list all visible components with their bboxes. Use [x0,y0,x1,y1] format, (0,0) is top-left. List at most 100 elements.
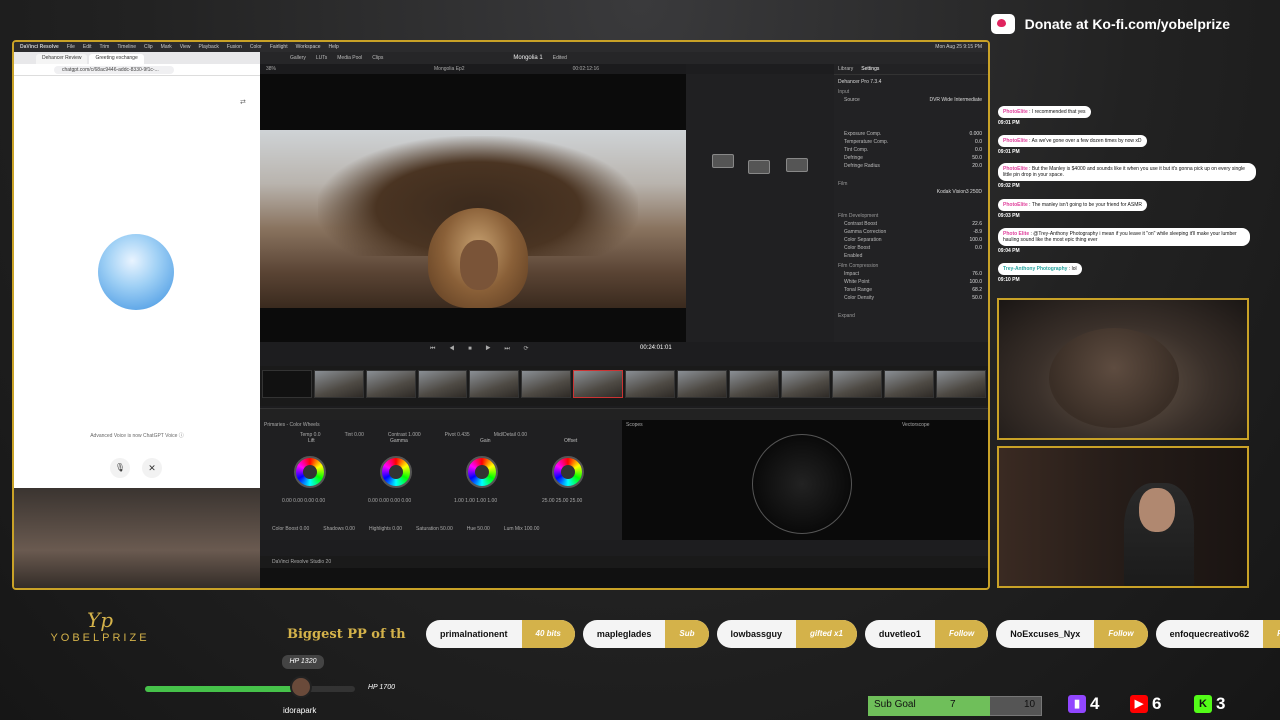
section-input[interactable]: Input [834,85,988,95]
node-2[interactable] [748,160,770,174]
sub-goal-current: 7 [950,699,956,710]
url-text[interactable]: chatgpt.com/c/68ac9446-addc-8330-9f1c-..… [54,65,174,74]
param-row[interactable]: Impact 76.0 [834,269,988,277]
wheel-label: Offset [564,438,578,444]
clips-button[interactable]: Clips [372,55,383,61]
param-row[interactable]: Gamma Correction -8.9 [834,227,988,235]
param-row[interactable]: White Point 100.0 [834,277,988,285]
clip-thumbnail[interactable] [313,370,364,398]
menu-mark[interactable]: Mark [161,44,172,50]
chat-message: Trey-Anthony Photography : lol 09:10 PM [998,263,1082,283]
param-row[interactable]: Color Separation 100.0 [834,235,988,243]
node-editor[interactable] [686,74,834,342]
param-row[interactable]: Tonal Range 68.2 [834,285,988,293]
param-row[interactable]: Defringe 50.0 [834,153,988,161]
menu-playback[interactable]: Playback [199,44,219,50]
clip-thumbnail[interactable] [728,370,779,398]
chat-message: PhotoElite : I recommended that yes 09:0… [998,106,1091,126]
gamma-values[interactable]: 0.00 0.00 0.00 0.00 [368,498,411,504]
donate-text: Donate at Ko-fi.com/yobelprize [1024,16,1230,32]
clip-thumbnail[interactable] [676,370,727,398]
gamma-wheel[interactable] [380,456,412,488]
offset-values[interactable]: 25.00 25.00 25.00 [542,498,582,504]
event-item: mapleglades Sub [582,620,709,648]
enabled-checkbox[interactable]: Enabled [834,251,988,259]
param-row[interactable]: Tint Comp. 0.0 [834,145,988,153]
video-viewer[interactable] [260,74,686,342]
param-row[interactable]: Exposure Comp. 0.000 [834,129,988,137]
section-film-development[interactable]: Film Development [834,209,988,219]
media-pool-button[interactable]: Media Pool [337,55,362,61]
hp-current: HP 1320 [282,655,324,669]
youtube-icon: ▶ [1130,695,1148,713]
node-3[interactable] [786,158,808,172]
streamer-camera [997,446,1249,588]
clip-thumbnail[interactable] [417,370,468,398]
param-row[interactable]: Temperature Comp. 0.0 [834,137,988,145]
menu-clip[interactable]: Clip [144,44,153,50]
menu-trim[interactable]: Trim [100,44,110,50]
profile-row[interactable]: Kodak Vision3 250D [834,187,988,195]
menu-app[interactable]: DaVinci Resolve [20,44,59,50]
playhead-timecode: 00:24:01:01 [640,345,672,351]
color-tools-strip[interactable] [260,408,988,420]
clip-thumbnail[interactable] [469,370,520,398]
gain-wheel[interactable] [466,456,498,488]
lift-wheel[interactable] [294,456,326,488]
clip-thumbnail[interactable] [625,370,675,398]
browser-tab-active[interactable]: Greeting exchange [89,54,144,64]
offset-wheel[interactable] [552,456,584,488]
clip-thumbnail-selected[interactable] [573,370,624,398]
clip-thumbnail[interactable] [832,370,883,398]
clip-thumbnail[interactable] [262,370,312,398]
menu-workspace[interactable]: Workspace [296,44,321,50]
section-film-compression[interactable]: Film Compression [834,259,988,269]
clip-thumbnail[interactable] [936,370,987,398]
transport-controls[interactable]: ⏮ ◀ ■ ▶ ⏭ ⟳ [430,345,535,353]
section-expand[interactable]: Expand [834,309,988,319]
luts-button[interactable]: LUTs [316,55,327,61]
menu-color[interactable]: Color [250,44,262,50]
resolve-footer: DaVinci Resolve Studio 20 [260,556,988,568]
browser-tab[interactable]: Dehancer Review [36,54,88,64]
param-row[interactable]: Color Density 50.0 [834,293,988,301]
tab-settings[interactable]: Settings [861,66,879,72]
sub-goal-label: Sub Goal [874,699,916,710]
clip-thumbnail[interactable] [884,370,935,398]
menu-edit[interactable]: Edit [83,44,92,50]
menu-file[interactable]: File [67,44,75,50]
tab-library[interactable]: Library [838,66,853,72]
profile-dropdown[interactable]: Kodak Vision3 250D [937,189,982,195]
vectorscope-dropdown[interactable]: Vectorscope [902,422,930,428]
source-dropdown[interactable]: DVR Wide Intermediate [929,97,982,103]
source-row[interactable]: Source DVR Wide Intermediate [834,95,988,103]
param-row[interactable]: Defringe Radius 20.0 [834,161,988,169]
address-bar[interactable]: chatgpt.com/c/68ac9446-addc-8330-9f1c-..… [14,64,260,76]
bottom-adjust-row: Color Boost 0.00 Shadows 0.00 Highlights… [272,526,540,532]
clip-thumbnail[interactable] [365,370,416,398]
param-row[interactable]: Color Boost 0.0 [834,243,988,251]
section-film[interactable]: Film [834,177,988,187]
gallery-button[interactable]: Gallery [290,55,306,61]
node-1[interactable] [712,154,734,168]
menu-fairlight[interactable]: Fairlight [270,44,288,50]
menu-timeline[interactable]: Timeline [117,44,136,50]
mic-button[interactable]: 🎙 [110,458,130,478]
twitch-icon: ▮ [1068,695,1086,713]
menu-fusion[interactable]: Fusion [227,44,242,50]
param-row[interactable]: Contrast Boost 22.6 [834,219,988,227]
clip-thumbnail[interactable] [521,370,572,398]
menu-help[interactable]: Help [329,44,339,50]
lift-values[interactable]: 0.00 0.00 0.00 0.00 [282,498,325,504]
clip-thumbnail[interactable] [780,370,831,398]
vectorscope-display [752,434,852,534]
chat-message: PhotoElite : But the Manley is $4000 and… [998,163,1256,189]
close-voice-button[interactable]: ✕ [142,458,162,478]
zoom-level[interactable]: 38% [266,66,276,72]
gain-values[interactable]: 1.00 1.00 1.00 1.00 [454,498,497,504]
viewer-timecode: 00:02:12:16 [572,66,600,72]
voice-notice[interactable]: Advanced Voice is now ChatGPT Voice ⓘ [14,432,260,439]
menu-view[interactable]: View [180,44,191,50]
share-icon[interactable]: ⇄ [240,98,246,106]
avatar-name: idorapark [283,706,317,715]
